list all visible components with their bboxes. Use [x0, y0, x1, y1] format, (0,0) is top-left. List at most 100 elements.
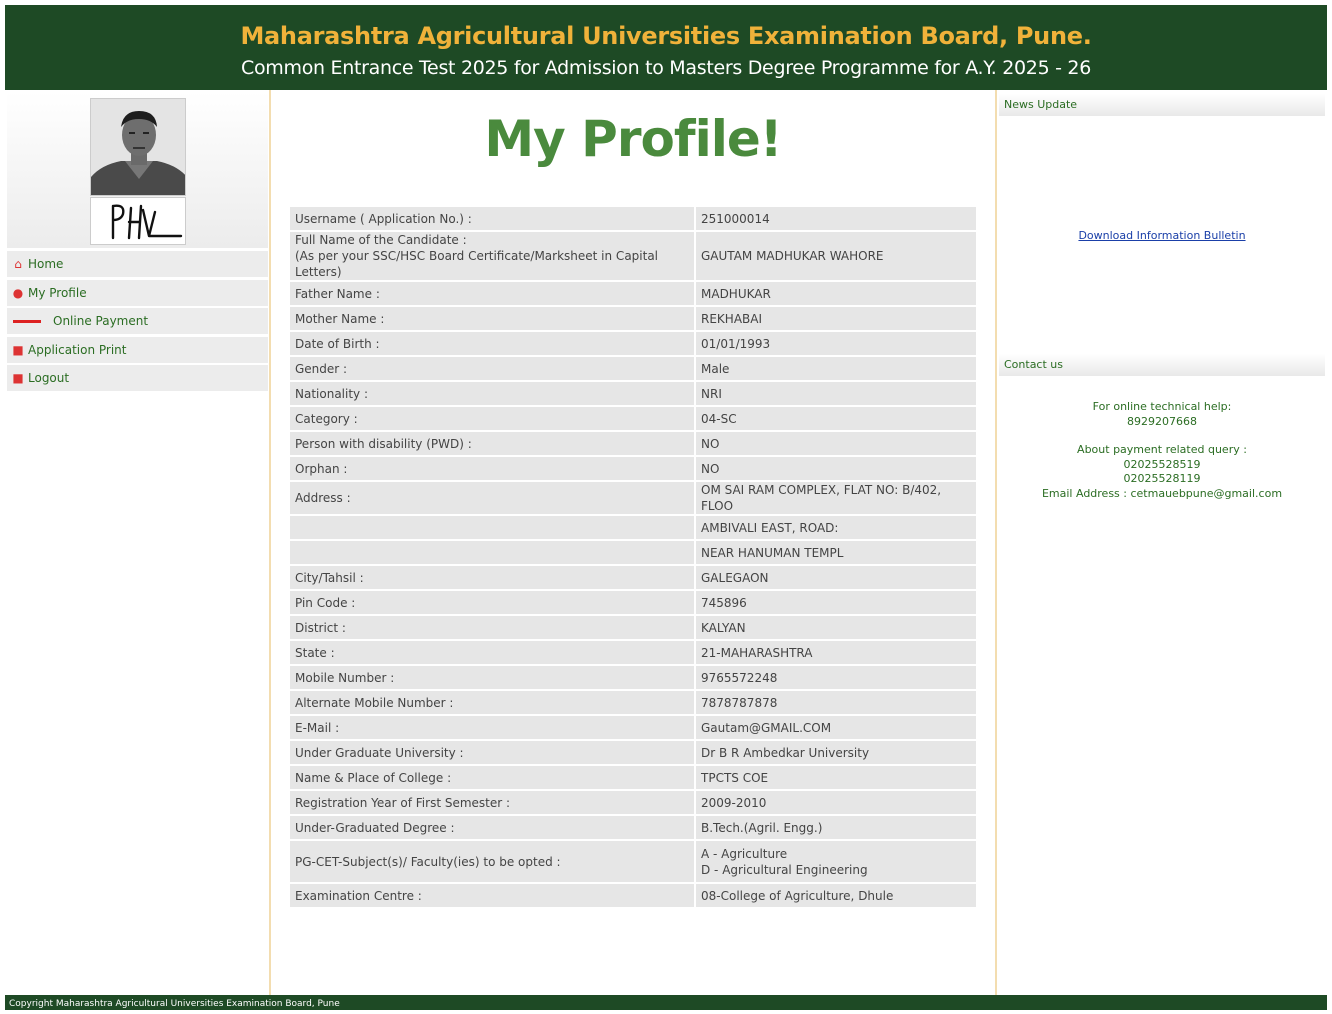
profile-row: Nationality : NRI — [290, 382, 976, 407]
profile-field-value: NRI — [696, 382, 976, 407]
profile-row: City/Tahsil : GALEGAON — [290, 566, 976, 591]
download-bulletin-link[interactable]: Download Information Bulletin — [997, 229, 1327, 242]
profile-field-value: 04-SC — [696, 407, 976, 432]
profile-field-value: 01/01/1993 — [696, 332, 976, 357]
field-label-text: Category : — [295, 411, 358, 426]
field-label-text: PG-CET-Subject(s)/ Faculty(ies) to be op… — [295, 854, 561, 869]
profile-field-label: Mother Name : — [290, 307, 696, 332]
sidebar-item-online-payment[interactable]: Online Payment — [7, 308, 268, 334]
profile-field-label: Full Name of the Candidate : (As per your… — [290, 232, 696, 282]
profile-field-value: REKHABAI — [696, 307, 976, 332]
home-icon: ⌂ — [14, 257, 22, 271]
profile-field-value: MADHUKAR — [696, 282, 976, 307]
profile-row: Full Name of the Candidate : (As per your… — [290, 232, 976, 282]
tech-help-label: For online technical help: — [1092, 400, 1232, 413]
field-value-text: 04-SC — [701, 411, 737, 426]
profile-row: AMBIVALI EAST, ROAD: — [290, 516, 976, 541]
profile-table: Username ( Application No.) : 251000014 Fu… — [290, 207, 976, 909]
contact-us-heading: Contact us — [999, 354, 1325, 376]
print-icon: ■ — [12, 342, 24, 357]
field-label-text: Under Graduate University : — [295, 745, 464, 760]
dash-icon — [13, 319, 41, 323]
field-label-text: Under-Graduated Degree : — [295, 820, 455, 835]
sidebar-item-logout[interactable]: ■ Logout — [7, 365, 268, 391]
profile-field-label: Category : — [290, 407, 696, 432]
field-value-text: 745896 — [701, 595, 747, 610]
profile-row: Pin Code : 745896 — [290, 591, 976, 616]
profile-row: Username ( Application No.) : 251000014 — [290, 207, 976, 232]
field-value-text: Male — [701, 361, 730, 376]
field-value-text: Dr B R Ambedkar University — [701, 745, 870, 760]
sidebar-item-my-profile[interactable]: ● My Profile — [7, 279, 268, 306]
candidate-signature — [90, 197, 186, 245]
profile-field-label: Under-Graduated Degree : — [290, 816, 696, 841]
candidate-photo-panel — [7, 92, 268, 248]
field-value-text: 9765572248 — [701, 670, 778, 685]
profile-field-label: Father Name : — [290, 282, 696, 307]
profile-field-label: Name & Place of College : — [290, 766, 696, 791]
field-value-text: 08-College of Agriculture, Dhule — [701, 888, 894, 903]
profile-field-label: Pin Code : — [290, 591, 696, 616]
exam-subtitle: Common Entrance Test 2025 for Admission … — [241, 57, 1091, 79]
profile-row: Examination Centre : 08-College of Agricu… — [290, 884, 976, 909]
profile-row: NEAR HANUMAN TEMPL — [290, 541, 976, 566]
profile-row: Category : 04-SC — [290, 407, 976, 432]
field-value-text: A - Agriculture — [701, 846, 788, 861]
field-label-text: City/Tahsil : — [295, 570, 364, 585]
profile-field-label: E-Mail : — [290, 716, 696, 741]
sidebar-menu: ⌂ Home ● My Profile Online Payment ■ App… — [7, 251, 268, 394]
profile-field-label: Registration Year of First Semester : — [290, 791, 696, 816]
sidebar-item-label: Logout — [28, 371, 70, 385]
field-label-text: Examination Centre : — [295, 888, 422, 903]
field-label-text: E-Mail : — [295, 720, 340, 735]
field-value-text: OM SAI RAM COMPLEX, FLAT NO: B/402, FLOO — [701, 483, 942, 513]
right-panel: News Update Download Information Bulleti… — [997, 90, 1327, 995]
profile-row: Gender : Male — [290, 357, 976, 382]
field-label-text: Name & Place of College : — [295, 770, 452, 785]
field-label-text: Father Name : — [295, 286, 380, 301]
profile-main: My Profile! Username ( Application No.) … — [271, 90, 995, 995]
sidebar-item-application-print[interactable]: ■ Application Print — [7, 336, 268, 363]
profile-field-label: District : — [290, 616, 696, 641]
profile-field-label: Nationality : — [290, 382, 696, 407]
profile-row: PG-CET-Subject(s)/ Faculty(ies) to be op… — [290, 841, 976, 884]
sidebar-item-label: Application Print — [28, 342, 127, 357]
profile-field-label: Examination Centre : — [290, 884, 696, 909]
field-label-text: Alternate Mobile Number : — [295, 695, 454, 710]
field-value-text: TPCTS COE — [701, 770, 769, 785]
profile-field-value: OM SAI RAM COMPLEX, FLAT NO: B/402, FLOO — [696, 482, 976, 516]
profile-row: Registration Year of First Semester : 200… — [290, 791, 976, 816]
news-update-heading: News Update — [999, 94, 1325, 116]
field-value-text: 7878787878 — [701, 695, 778, 710]
field-value-text: NO — [701, 461, 720, 476]
profile-row: Orphan : NO — [290, 457, 976, 482]
profile-field-value: B.Tech.(Agril. Engg.) — [696, 816, 976, 841]
field-value-text: 01/01/1993 — [701, 336, 771, 351]
profile-field-label: City/Tahsil : — [290, 566, 696, 591]
profile-field-value: GAUTAM MADHUKAR WAHORE — [696, 232, 976, 282]
profile-field-label: PG-CET-Subject(s)/ Faculty(ies) to be op… — [290, 841, 696, 884]
logout-icon: ■ — [12, 371, 24, 385]
candidate-photo — [90, 98, 186, 196]
profile-row: Alternate Mobile Number : 7878787878 — [290, 691, 976, 716]
field-value-text: NRI — [701, 386, 722, 401]
profile-field-value: 7878787878 — [696, 691, 976, 716]
field-value-text: 2009-2010 — [701, 795, 767, 810]
profile-field-value: TPCTS COE — [696, 766, 976, 791]
field-label-text: District : — [295, 620, 346, 635]
profile-field-value: 251000014 — [696, 207, 976, 232]
profile-field-label — [290, 541, 696, 566]
field-label-text: Gender : — [295, 361, 348, 376]
sidebar-item-home[interactable]: ⌂ Home — [7, 251, 268, 277]
profile-field-value: A - Agriculture D - Agricultural Engineer… — [696, 841, 976, 884]
field-label-text: Registration Year of First Semester : — [295, 795, 511, 810]
field-label-text: Nationality : — [295, 386, 369, 401]
profile-row: Under Graduate University : Dr B R Ambedk… — [290, 741, 976, 766]
profile-row: District : KALYAN — [290, 616, 976, 641]
page-title: My Profile! — [484, 110, 782, 168]
profile-field-label: Date of Birth : — [290, 332, 696, 357]
profile-field-value: AMBIVALI EAST, ROAD: — [696, 516, 976, 541]
sidebar-item-label: My Profile — [28, 285, 87, 300]
field-value-text: REKHABAI — [701, 311, 763, 326]
profile-row: Mobile Number : 9765572248 — [290, 666, 976, 691]
